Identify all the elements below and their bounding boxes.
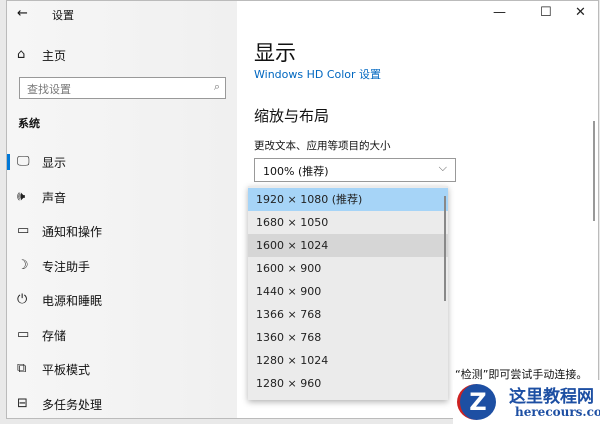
chevron-down-icon: ⌵: [438, 161, 447, 174]
resolution-option[interactable]: 1600 × 900: [248, 257, 448, 280]
sidebar-item-0[interactable]: 🖵 显示: [7, 145, 237, 179]
window-title: 设置: [52, 9, 74, 22]
resolution-dropdown-list: 1920 × 1080 (推荐) 1680 × 1050 1600 × 1024 16…: [248, 186, 448, 400]
home-label: 主页: [42, 49, 67, 63]
scale-value: 100% (推荐): [263, 165, 329, 178]
notification-icon: ▭: [17, 223, 30, 238]
tablet-icon: ⧉: [17, 361, 27, 376]
resolution-option[interactable]: 1366 × 768: [248, 303, 448, 326]
sidebar-item-4[interactable]: ⏻ 电源和睡眠: [7, 283, 237, 317]
hd-color-link[interactable]: Windows HD Color 设置: [254, 66, 381, 82]
search-input[interactable]: 查找设置 ⌕: [19, 77, 226, 99]
sidebar-item-3[interactable]: ☽ 专注助手: [7, 249, 237, 283]
sidebar-item-label: 多任务处理: [42, 397, 103, 412]
sidebar: ← 设置 ⌂ 主页 查找设置 ⌕ 系统 🖵 显示 🕪 声音 ▭ 通知和操作 ☽ 专注助手 ⏻ 电源…: [7, 1, 237, 418]
sidebar-item-5[interactable]: ▭ 存储: [7, 318, 237, 352]
sidebar-item-label: 声音: [42, 190, 67, 205]
resolution-option[interactable]: 1440 × 900: [248, 280, 448, 303]
close-button[interactable]: ✕: [575, 5, 586, 20]
sidebar-item-home[interactable]: ⌂ 主页: [7, 38, 237, 72]
sidebar-item-6[interactable]: ⧉ 平板模式: [7, 352, 237, 386]
sidebar-item-label: 通知和操作: [42, 225, 103, 239]
section-title: 缩放与布局: [254, 107, 330, 125]
scale-dropdown[interactable]: 100% (推荐) ⌵: [254, 158, 456, 182]
moon-icon: ☽: [17, 257, 29, 273]
resolution-option[interactable]: 1280 × 960: [248, 372, 448, 395]
sidebar-item-7[interactable]: ⊟ 多任务处理: [7, 387, 237, 419]
sidebar-item-2[interactable]: ▭ 通知和操作: [7, 214, 237, 248]
list-scrollbar[interactable]: [444, 196, 446, 301]
sidebar-item-label: 电源和睡眠: [42, 294, 103, 308]
storage-icon: ▭: [17, 326, 30, 342]
sidebar-item-label: 显示: [42, 156, 67, 170]
watermark-url: herecours.com: [515, 405, 600, 419]
resolution-option[interactable]: 1360 × 768: [248, 326, 448, 349]
speaker-icon: 🕪: [17, 188, 26, 204]
watermark: Z 这里教程网 herecours.com: [453, 380, 600, 424]
power-icon: ⏻: [17, 292, 28, 307]
back-button[interactable]: ←: [17, 6, 28, 21]
minimize-button[interactable]: —: [493, 5, 506, 20]
selected-indicator: [7, 154, 10, 170]
watermark-logo: Z: [457, 384, 496, 420]
scale-label: 更改文本、应用等项目的大小: [254, 140, 391, 152]
resolution-option[interactable]: 1600 × 1024: [248, 234, 448, 257]
search-placeholder: 查找设置: [27, 83, 71, 96]
maximize-button[interactable]: ☐: [540, 5, 552, 20]
sidebar-item-label: 存储: [42, 328, 67, 343]
resolution-option[interactable]: 1920 × 1080 (推荐): [248, 188, 448, 211]
page-scrollbar-thumb[interactable]: [593, 121, 595, 221]
multitask-icon: ⊟: [17, 395, 28, 411]
watermark-name: 这里教程网: [509, 387, 594, 407]
home-icon: ⌂: [17, 47, 26, 62]
sidebar-item-label: 专注助手: [42, 259, 91, 274]
monitor-icon: 🖵: [17, 154, 30, 169]
page-title: 显示: [254, 41, 296, 65]
resolution-option[interactable]: 1280 × 1024: [248, 349, 448, 372]
search-icon: ⌕: [213, 80, 220, 93]
resolution-option[interactable]: 1680 × 1050: [248, 211, 448, 234]
sidebar-item-label: 平板模式: [42, 363, 91, 377]
sidebar-item-1[interactable]: 🕪 声音: [7, 180, 237, 214]
section-heading: 系统: [18, 117, 40, 130]
